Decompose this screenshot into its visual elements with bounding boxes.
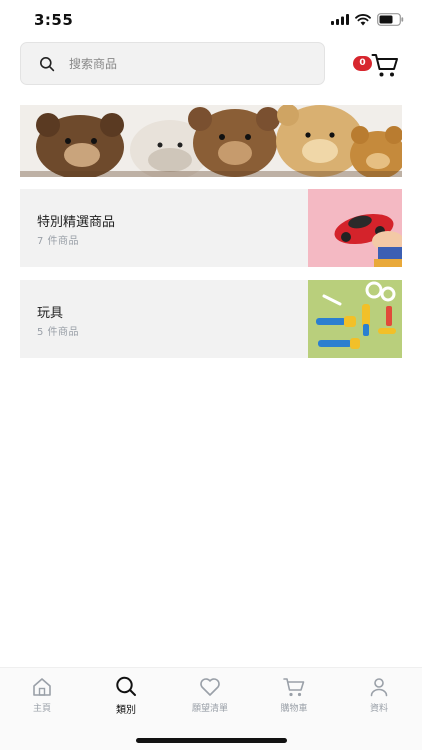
tab-wishlist[interactable]: 願望清單	[180, 676, 240, 724]
category-featured[interactable]: 特別精選商品 7 件商品	[20, 189, 402, 267]
tab-label: 類別	[116, 705, 136, 716]
category-title: 特別精選商品	[37, 215, 116, 230]
search-icon	[40, 57, 55, 72]
search-bar[interactable]	[20, 42, 325, 85]
signal-icon	[331, 14, 349, 25]
banner-image	[20, 105, 402, 177]
category-count: 7 件商品	[37, 236, 80, 247]
tab-label: 主頁	[32, 704, 51, 714]
tab-label: 資料	[369, 704, 388, 714]
status-icons	[331, 13, 404, 26]
home-indicator	[136, 738, 287, 743]
cart-icon	[283, 678, 305, 697]
tab-categories[interactable]: 類別	[96, 676, 156, 724]
category-count: 5 件商品	[37, 327, 80, 338]
toy-tools-image	[308, 280, 402, 358]
cart-icon	[371, 54, 398, 77]
wifi-icon	[355, 13, 371, 25]
status-time: 3:55	[34, 11, 74, 29]
tab-profile[interactable]: 資料	[349, 676, 409, 724]
heart-icon	[200, 678, 220, 696]
teddy-bears-banner[interactable]	[20, 105, 402, 177]
home-icon	[33, 678, 51, 696]
tab-home[interactable]: 主頁	[12, 676, 72, 724]
category-thumbnail	[308, 189, 402, 267]
category-toys[interactable]: 玩具 5 件商品	[20, 280, 402, 358]
profile-icon	[370, 678, 388, 697]
tab-label: 購物車	[280, 704, 308, 714]
status-bar: 3:55	[0, 0, 422, 40]
tab-label: 願望清單	[191, 704, 228, 714]
toy-car-image	[308, 189, 402, 267]
header-cart-button[interactable]: 0	[352, 50, 400, 80]
search-input[interactable]	[69, 43, 309, 84]
category-thumbnail	[308, 280, 402, 358]
battery-icon	[377, 13, 404, 26]
category-title: 玩具	[37, 306, 64, 321]
cart-count-badge: 0	[353, 56, 372, 71]
tab-cart[interactable]: 購物車	[264, 676, 324, 724]
search-icon	[116, 676, 136, 696]
